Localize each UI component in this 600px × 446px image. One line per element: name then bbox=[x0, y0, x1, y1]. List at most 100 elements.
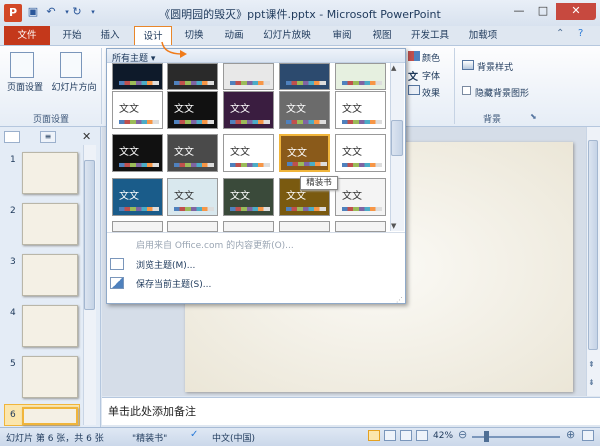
theme-thumbnail[interactable]: 文文 bbox=[112, 134, 163, 172]
prev-slide-icon[interactable]: ⇞ bbox=[588, 360, 595, 369]
slide-thumbnail-3[interactable] bbox=[22, 254, 78, 296]
colors-button[interactable]: 颜色 bbox=[422, 51, 440, 64]
theme-thumbnail[interactable] bbox=[279, 63, 330, 90]
tab-review[interactable]: 审阅 bbox=[326, 26, 358, 45]
theme-thumbnail[interactable] bbox=[335, 63, 386, 90]
collapse-ribbon-icon[interactable]: ⌃ bbox=[556, 28, 564, 39]
customize-qat-icon[interactable]: ▾ bbox=[86, 5, 100, 19]
redo-icon[interactable]: ↻ bbox=[70, 5, 84, 19]
background-styles-icon bbox=[462, 60, 474, 70]
page-setup-icon[interactable] bbox=[10, 52, 34, 78]
slides-tab-icon[interactable] bbox=[4, 131, 20, 143]
colors-icon bbox=[408, 51, 420, 61]
theme-thumbnail[interactable]: 文文 bbox=[279, 91, 330, 129]
maximize-button[interactable]: □ bbox=[532, 3, 554, 20]
theme-thumbnail[interactable] bbox=[112, 221, 163, 232]
powerpoint-logo-icon[interactable]: P bbox=[4, 4, 22, 22]
slide-orientation-button[interactable]: 幻灯片方向 bbox=[48, 80, 100, 93]
theme-thumbnail[interactable] bbox=[223, 221, 274, 232]
undo-icon[interactable]: ↶ bbox=[44, 5, 58, 19]
spell-check-icon[interactable]: ✓ bbox=[190, 429, 198, 440]
zoom-in-icon[interactable]: ⊕ bbox=[566, 428, 575, 441]
close-button[interactable]: ✕ bbox=[556, 3, 596, 20]
slide-thumbnail-5[interactable] bbox=[22, 356, 78, 398]
theme-thumbnail[interactable]: 文文 bbox=[335, 178, 386, 216]
slide-thumbnail-4[interactable] bbox=[22, 305, 78, 347]
group-label-page-setup: 页面设置 bbox=[32, 115, 69, 125]
save-icon[interactable]: ▣ bbox=[26, 5, 40, 19]
next-slide-icon[interactable]: ⇟ bbox=[588, 378, 595, 387]
editor-scrollbar-thumb[interactable] bbox=[588, 140, 598, 350]
menu-enable-updates: 启用来自 Office.com 的内容更新(O)... bbox=[110, 238, 294, 251]
fonts-button[interactable]: 字体 bbox=[422, 69, 440, 82]
theme-thumbnail[interactable]: 文文 bbox=[279, 134, 330, 172]
theme-thumbnail[interactable] bbox=[279, 221, 330, 232]
fit-to-window-icon[interactable] bbox=[582, 430, 594, 441]
outline-tab-icon[interactable]: ≡ bbox=[40, 131, 56, 143]
effects-button[interactable]: 效果 bbox=[422, 86, 440, 99]
tab-view[interactable]: 视图 bbox=[366, 26, 398, 45]
slide-orientation-icon[interactable] bbox=[60, 52, 82, 78]
theme-thumbnail[interactable]: 文文 bbox=[335, 134, 386, 172]
theme-thumbnail[interactable]: 文文 bbox=[167, 178, 218, 216]
theme-color-swatches bbox=[119, 120, 159, 124]
gallery-scroll-up-icon[interactable]: ▲ bbox=[391, 64, 396, 72]
theme-thumbnail[interactable]: 文文 bbox=[223, 91, 274, 129]
slides-scrollbar-thumb[interactable] bbox=[84, 160, 95, 310]
theme-color-swatches bbox=[174, 163, 214, 167]
theme-color-swatches bbox=[287, 162, 327, 166]
slide-sorter-icon[interactable] bbox=[384, 430, 396, 441]
reading-view-icon[interactable] bbox=[400, 430, 412, 441]
slide-thumbnail-2[interactable] bbox=[22, 203, 78, 245]
dialog-launcher-icon[interactable]: ⬊ bbox=[530, 112, 537, 121]
gallery-scroll-down-icon[interactable]: ▼ bbox=[391, 222, 396, 230]
zoom-level[interactable]: 42% bbox=[433, 431, 453, 441]
page-setup-button[interactable]: 页面设置 bbox=[3, 80, 47, 93]
theme-thumbnail[interactable]: 文文 bbox=[112, 178, 163, 216]
menu-save-theme-text: 保存当前主题(S)... bbox=[136, 280, 212, 290]
tab-insert[interactable]: 插入 bbox=[94, 26, 126, 45]
gallery-separator bbox=[107, 232, 405, 233]
tab-slideshow[interactable]: 幻灯片放映 bbox=[258, 26, 316, 45]
slide-thumbnail-6[interactable] bbox=[22, 407, 78, 425]
resize-grip-icon[interactable]: ⋰ bbox=[396, 296, 403, 304]
theme-thumbnail[interactable]: 文文 bbox=[112, 91, 163, 129]
save-theme-icon bbox=[110, 277, 124, 289]
tab-addins[interactable]: 加载项 bbox=[462, 26, 504, 45]
theme-sample-text: 文文 bbox=[119, 191, 139, 202]
gallery-scrollbar-thumb[interactable] bbox=[391, 120, 403, 156]
zoom-out-icon[interactable]: ⊖ bbox=[458, 428, 467, 441]
minimize-button[interactable]: — bbox=[508, 3, 530, 20]
slideshow-icon[interactable] bbox=[416, 430, 428, 441]
menu-browse-themes[interactable]: 浏览主题(M)... bbox=[110, 258, 195, 271]
theme-color-swatches bbox=[342, 207, 382, 211]
theme-sample-text: 文文 bbox=[174, 191, 194, 202]
theme-thumbnail[interactable] bbox=[167, 221, 218, 232]
hide-background-checkbox[interactable] bbox=[462, 86, 471, 95]
status-theme-name[interactable]: "精装书" bbox=[132, 431, 167, 444]
slide-number: 4 bbox=[10, 308, 16, 318]
zoom-slider-thumb[interactable] bbox=[484, 431, 489, 442]
theme-thumbnail[interactable] bbox=[112, 63, 163, 90]
language-indicator[interactable]: 中文(中国) bbox=[212, 431, 255, 444]
slide-thumbnail-1[interactable] bbox=[22, 152, 78, 194]
tab-animations[interactable]: 动画 bbox=[218, 26, 250, 45]
theme-thumbnail[interactable]: 文文 bbox=[167, 134, 218, 172]
background-styles-button[interactable]: 背景样式 bbox=[477, 60, 513, 73]
normal-view-icon[interactable] bbox=[368, 430, 380, 441]
theme-thumbnail[interactable]: 文文 bbox=[335, 91, 386, 129]
theme-thumbnail[interactable] bbox=[335, 221, 386, 232]
theme-thumbnail[interactable]: 文文 bbox=[223, 178, 274, 216]
menu-save-theme[interactable]: 保存当前主题(S)... bbox=[110, 277, 211, 290]
tab-home[interactable]: 开始 bbox=[56, 26, 88, 45]
tab-developer[interactable]: 开发工具 bbox=[406, 26, 454, 45]
theme-thumbnail[interactable]: 文文 bbox=[223, 134, 274, 172]
theme-thumbnail[interactable] bbox=[167, 63, 218, 90]
help-icon[interactable]: ? bbox=[578, 28, 583, 39]
close-pane-icon[interactable]: ✕ bbox=[82, 130, 91, 143]
theme-sample-text: 文文 bbox=[119, 104, 139, 115]
notes-pane[interactable]: 单击此处添加备注 bbox=[102, 397, 600, 425]
theme-thumbnail[interactable] bbox=[223, 63, 274, 90]
tab-file[interactable]: 文件 bbox=[4, 26, 50, 45]
theme-thumbnail[interactable]: 文文 bbox=[167, 91, 218, 129]
